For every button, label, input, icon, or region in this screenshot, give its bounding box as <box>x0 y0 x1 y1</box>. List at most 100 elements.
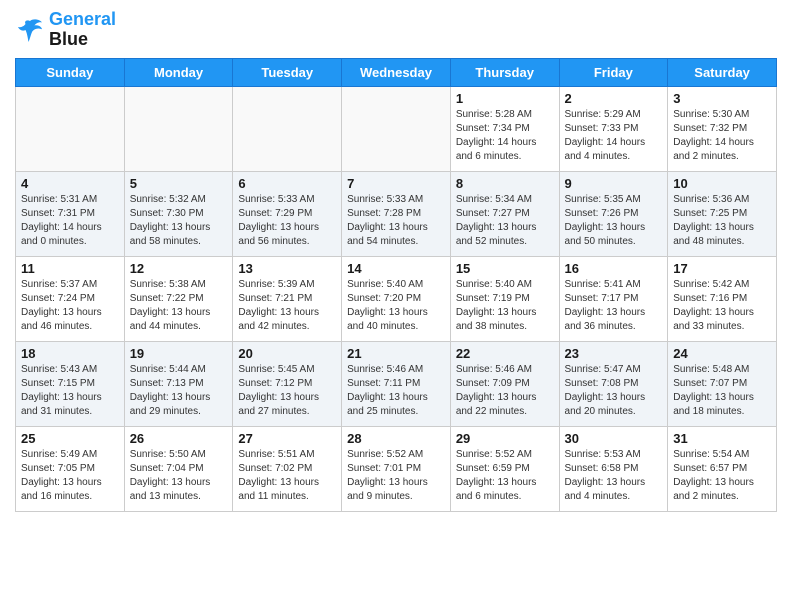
day-info: Sunrise: 5:41 AM Sunset: 7:17 PM Dayligh… <box>565 278 663 334</box>
calendar-cell: 16 Sunrise: 5:41 AM Sunset: 7:17 PM Dayli… <box>559 256 668 341</box>
calendar-cell: 6 Sunrise: 5:33 AM Sunset: 7:29 PM Daylig… <box>233 171 342 256</box>
day-number: 30 <box>565 431 663 446</box>
day-number: 21 <box>347 346 445 361</box>
calendar-week-row: 4 Sunrise: 5:31 AM Sunset: 7:31 PM Daylig… <box>16 171 777 256</box>
day-info: Sunrise: 5:32 AM Sunset: 7:30 PM Dayligh… <box>130 193 228 249</box>
day-info: Sunrise: 5:28 AM Sunset: 7:34 PM Dayligh… <box>456 108 554 164</box>
logo: General Blue <box>15 10 116 50</box>
calendar-cell: 21 Sunrise: 5:46 AM Sunset: 7:11 PM Dayli… <box>342 341 451 426</box>
day-info: Sunrise: 5:38 AM Sunset: 7:22 PM Dayligh… <box>130 278 228 334</box>
calendar-cell: 18 Sunrise: 5:43 AM Sunset: 7:15 PM Dayli… <box>16 341 125 426</box>
day-number: 4 <box>21 176 119 191</box>
calendar-week-row: 25 Sunrise: 5:49 AM Sunset: 7:05 PM Dayli… <box>16 426 777 511</box>
day-number: 13 <box>238 261 336 276</box>
calendar-cell <box>124 86 233 171</box>
day-info: Sunrise: 5:54 AM Sunset: 6:57 PM Dayligh… <box>673 448 771 504</box>
day-info: Sunrise: 5:39 AM Sunset: 7:21 PM Dayligh… <box>238 278 336 334</box>
day-info: Sunrise: 5:44 AM Sunset: 7:13 PM Dayligh… <box>130 363 228 419</box>
day-info: Sunrise: 5:52 AM Sunset: 6:59 PM Dayligh… <box>456 448 554 504</box>
calendar-cell: 25 Sunrise: 5:49 AM Sunset: 7:05 PM Dayli… <box>16 426 125 511</box>
day-number: 15 <box>456 261 554 276</box>
day-number: 5 <box>130 176 228 191</box>
calendar-cell <box>342 86 451 171</box>
day-info: Sunrise: 5:30 AM Sunset: 7:32 PM Dayligh… <box>673 108 771 164</box>
page-header: General Blue <box>15 10 777 50</box>
calendar-cell: 24 Sunrise: 5:48 AM Sunset: 7:07 PM Dayli… <box>668 341 777 426</box>
weekday-header: Wednesday <box>342 58 451 86</box>
calendar-cell <box>16 86 125 171</box>
day-number: 18 <box>21 346 119 361</box>
day-number: 2 <box>565 91 663 106</box>
weekday-header-row: SundayMondayTuesdayWednesdayThursdayFrid… <box>16 58 777 86</box>
day-number: 22 <box>456 346 554 361</box>
day-number: 7 <box>347 176 445 191</box>
calendar-week-row: 1 Sunrise: 5:28 AM Sunset: 7:34 PM Daylig… <box>16 86 777 171</box>
calendar-table: SundayMondayTuesdayWednesdayThursdayFrid… <box>15 58 777 512</box>
calendar-cell: 3Sunrise: 5:30 AM Sunset: 7:32 PM Daylig… <box>668 86 777 171</box>
day-info: Sunrise: 5:29 AM Sunset: 7:33 PM Dayligh… <box>565 108 663 164</box>
day-info: Sunrise: 5:34 AM Sunset: 7:27 PM Dayligh… <box>456 193 554 249</box>
day-number: 25 <box>21 431 119 446</box>
day-number: 19 <box>130 346 228 361</box>
day-number: 10 <box>673 176 771 191</box>
weekday-header: Friday <box>559 58 668 86</box>
day-info: Sunrise: 5:48 AM Sunset: 7:07 PM Dayligh… <box>673 363 771 419</box>
day-info: Sunrise: 5:47 AM Sunset: 7:08 PM Dayligh… <box>565 363 663 419</box>
day-info: Sunrise: 5:50 AM Sunset: 7:04 PM Dayligh… <box>130 448 228 504</box>
day-info: Sunrise: 5:46 AM Sunset: 7:11 PM Dayligh… <box>347 363 445 419</box>
day-info: Sunrise: 5:33 AM Sunset: 7:28 PM Dayligh… <box>347 193 445 249</box>
logo-icon <box>15 15 45 45</box>
day-info: Sunrise: 5:33 AM Sunset: 7:29 PM Dayligh… <box>238 193 336 249</box>
day-info: Sunrise: 5:36 AM Sunset: 7:25 PM Dayligh… <box>673 193 771 249</box>
day-info: Sunrise: 5:35 AM Sunset: 7:26 PM Dayligh… <box>565 193 663 249</box>
day-number: 1 <box>456 91 554 106</box>
calendar-cell: 31 Sunrise: 5:54 AM Sunset: 6:57 PM Dayli… <box>668 426 777 511</box>
day-number: 20 <box>238 346 336 361</box>
day-info: Sunrise: 5:53 AM Sunset: 6:58 PM Dayligh… <box>565 448 663 504</box>
day-info: Sunrise: 5:52 AM Sunset: 7:01 PM Dayligh… <box>347 448 445 504</box>
weekday-header: Saturday <box>668 58 777 86</box>
calendar-cell: 15 Sunrise: 5:40 AM Sunset: 7:19 PM Dayli… <box>450 256 559 341</box>
day-info: Sunrise: 5:51 AM Sunset: 7:02 PM Dayligh… <box>238 448 336 504</box>
logo-text: General Blue <box>49 10 116 50</box>
day-number: 9 <box>565 176 663 191</box>
day-number: 16 <box>565 261 663 276</box>
calendar-cell: 12 Sunrise: 5:38 AM Sunset: 7:22 PM Dayli… <box>124 256 233 341</box>
calendar-cell: 28 Sunrise: 5:52 AM Sunset: 7:01 PM Dayli… <box>342 426 451 511</box>
day-info: Sunrise: 5:49 AM Sunset: 7:05 PM Dayligh… <box>21 448 119 504</box>
weekday-header: Thursday <box>450 58 559 86</box>
calendar-cell: 4 Sunrise: 5:31 AM Sunset: 7:31 PM Daylig… <box>16 171 125 256</box>
calendar-cell <box>233 86 342 171</box>
calendar-cell: 27Sunrise: 5:51 AM Sunset: 7:02 PM Dayli… <box>233 426 342 511</box>
day-number: 31 <box>673 431 771 446</box>
day-info: Sunrise: 5:31 AM Sunset: 7:31 PM Dayligh… <box>21 193 119 249</box>
calendar-cell: 13 Sunrise: 5:39 AM Sunset: 7:21 PM Dayli… <box>233 256 342 341</box>
day-info: Sunrise: 5:37 AM Sunset: 7:24 PM Dayligh… <box>21 278 119 334</box>
calendar-cell: 8 Sunrise: 5:34 AM Sunset: 7:27 PM Daylig… <box>450 171 559 256</box>
day-number: 23 <box>565 346 663 361</box>
calendar-week-row: 11Sunrise: 5:37 AM Sunset: 7:24 PM Dayli… <box>16 256 777 341</box>
calendar-cell: 2 Sunrise: 5:29 AM Sunset: 7:33 PM Daylig… <box>559 86 668 171</box>
day-number: 17 <box>673 261 771 276</box>
calendar-cell: 17 Sunrise: 5:42 AM Sunset: 7:16 PM Dayli… <box>668 256 777 341</box>
calendar-cell: 23 Sunrise: 5:47 AM Sunset: 7:08 PM Dayli… <box>559 341 668 426</box>
day-number: 28 <box>347 431 445 446</box>
day-info: Sunrise: 5:43 AM Sunset: 7:15 PM Dayligh… <box>21 363 119 419</box>
day-number: 12 <box>130 261 228 276</box>
calendar-cell: 30 Sunrise: 5:53 AM Sunset: 6:58 PM Dayli… <box>559 426 668 511</box>
weekday-header: Tuesday <box>233 58 342 86</box>
day-number: 24 <box>673 346 771 361</box>
day-number: 26 <box>130 431 228 446</box>
calendar-cell: 11Sunrise: 5:37 AM Sunset: 7:24 PM Dayli… <box>16 256 125 341</box>
day-number: 8 <box>456 176 554 191</box>
calendar-cell: 1 Sunrise: 5:28 AM Sunset: 7:34 PM Daylig… <box>450 86 559 171</box>
calendar-cell: 14Sunrise: 5:40 AM Sunset: 7:20 PM Dayli… <box>342 256 451 341</box>
day-info: Sunrise: 5:40 AM Sunset: 7:19 PM Dayligh… <box>456 278 554 334</box>
calendar-cell: 19 Sunrise: 5:44 AM Sunset: 7:13 PM Dayli… <box>124 341 233 426</box>
calendar-cell: 29Sunrise: 5:52 AM Sunset: 6:59 PM Dayli… <box>450 426 559 511</box>
calendar-cell: 20Sunrise: 5:45 AM Sunset: 7:12 PM Dayli… <box>233 341 342 426</box>
day-info: Sunrise: 5:42 AM Sunset: 7:16 PM Dayligh… <box>673 278 771 334</box>
day-info: Sunrise: 5:46 AM Sunset: 7:09 PM Dayligh… <box>456 363 554 419</box>
day-number: 6 <box>238 176 336 191</box>
calendar-cell: 7 Sunrise: 5:33 AM Sunset: 7:28 PM Daylig… <box>342 171 451 256</box>
